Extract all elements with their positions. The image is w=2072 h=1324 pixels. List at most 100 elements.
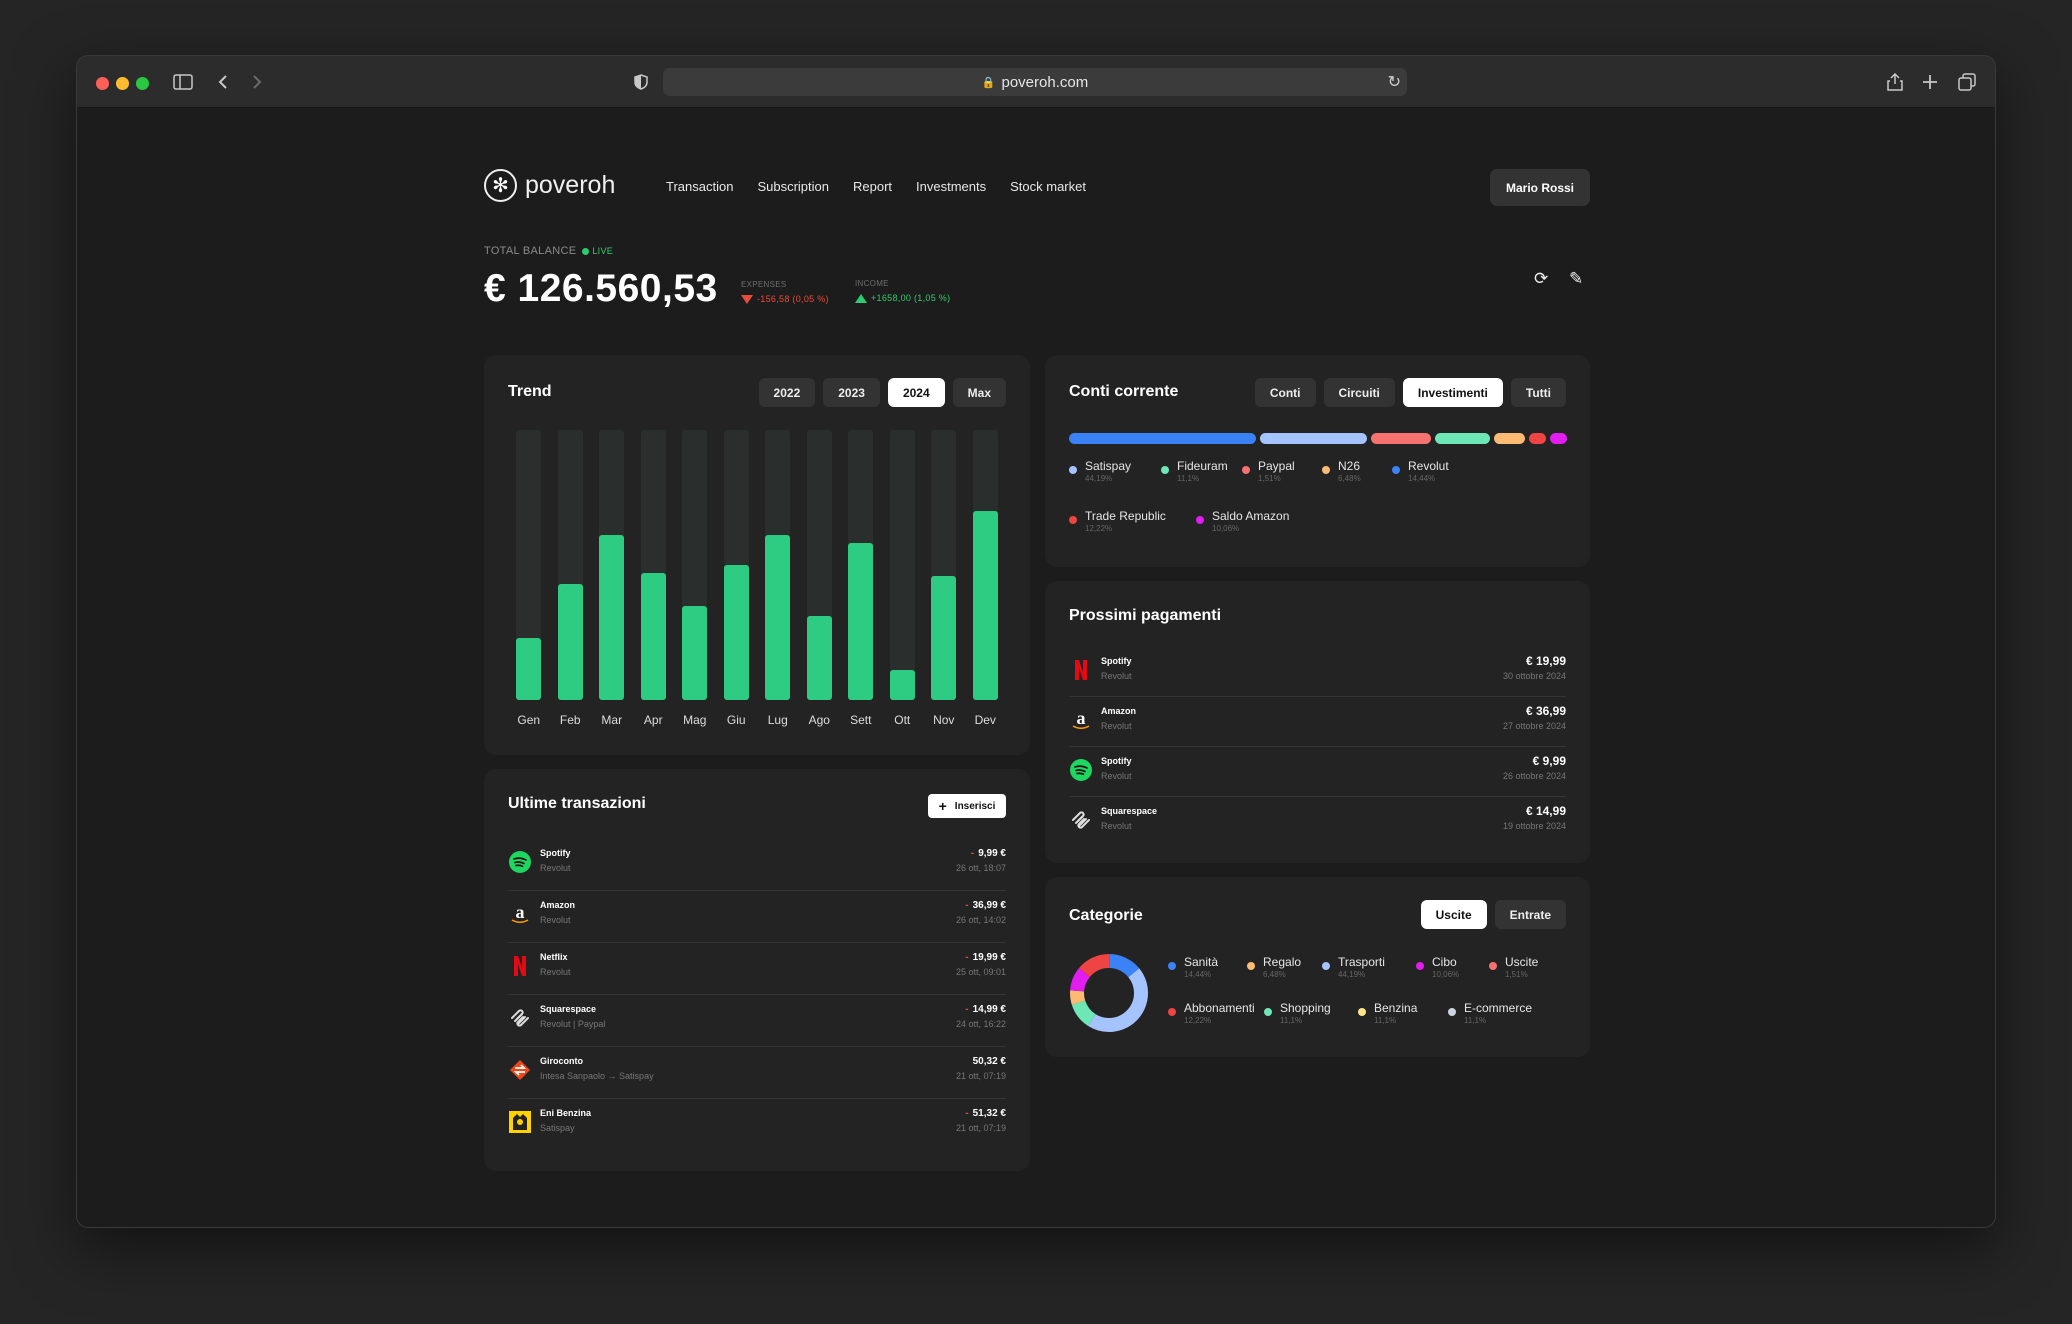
category-legend-item[interactable]: Trasporti 44,19%	[1322, 955, 1385, 980]
forward-icon[interactable]	[245, 70, 269, 94]
bar-dev[interactable]	[972, 511, 998, 700]
bar-lug[interactable]	[765, 535, 791, 700]
payment-row[interactable]: Spotify Revolut € 9,99 26 ottobre 2024	[1069, 747, 1566, 797]
category-legend-item[interactable]: E-commerce 11,1%	[1448, 1001, 1532, 1026]
category-percentage: 1,51%	[1505, 970, 1528, 979]
nav-investments[interactable]: Investments	[916, 179, 986, 194]
transaction-row[interactable]: Eni Benzina Satispay -51,32 € 21 ott, 07:19	[508, 1099, 1006, 1151]
nav-transaction[interactable]: Transaction	[666, 179, 733, 194]
edit-pencil-icon[interactable]: ✎	[1569, 269, 1583, 289]
bar-track	[889, 430, 915, 700]
transaction-name: Spotify	[540, 848, 571, 858]
account-legend-item[interactable]: Trade Republic 12,22%	[1069, 509, 1166, 534]
bar-sett[interactable]	[848, 543, 874, 700]
payment-row[interactable]: Squarespace Revolut € 14,99 19 ottobre 2024	[1069, 797, 1566, 847]
bar-ott[interactable]	[889, 670, 915, 700]
account-legend-item[interactable]: N26 6,48%	[1322, 459, 1361, 484]
category-legend-item[interactable]: Shopping 11,1%	[1264, 1001, 1331, 1026]
up-arrow-icon	[855, 293, 867, 303]
income-stat: INCOME +1658,00 (1,05 %)	[855, 279, 950, 303]
year-tab-2022[interactable]: 2022	[758, 378, 816, 407]
nav-report[interactable]: Report	[853, 179, 892, 194]
transaction-row[interactable]: Spotify Revolut -9,99 € 26 ott, 18:07	[508, 839, 1006, 891]
bar-label: Giu	[726, 713, 746, 727]
transaction-row[interactable]: Giroconto Intesa Sanpaolo → Satispay 50,32…	[508, 1047, 1006, 1099]
transaction-account: Revolut | Paypal	[540, 1019, 606, 1029]
payment-date: 27 ottobre 2024	[1502, 721, 1566, 731]
category-percentage: 11,1%	[1374, 1016, 1397, 1025]
user-menu-button[interactable]: Mario Rossi	[1490, 169, 1590, 206]
category-legend-item[interactable]: Abbonamenti 12,22%	[1168, 1001, 1255, 1026]
tab-uscite[interactable]: Uscite	[1420, 900, 1487, 929]
bar-feb[interactable]	[557, 583, 583, 700]
add-transaction-button[interactable]: + Inserisci	[928, 794, 1006, 818]
bar-ago[interactable]	[806, 616, 832, 700]
account-segment[interactable]	[1529, 433, 1547, 444]
bar-gen[interactable]	[516, 637, 542, 700]
payment-row[interactable]: a Amazon Revolut € 36,99 27 ottobre 2024	[1069, 697, 1566, 747]
account-segment[interactable]	[1259, 433, 1368, 444]
account-legend-item[interactable]: Revolut 14,44%	[1392, 459, 1449, 484]
transaction-row[interactable]: Netflix Revolut -19,99 € 25 ott, 09:01	[508, 943, 1006, 995]
eni-icon	[508, 1110, 532, 1134]
address-bar[interactable]: 🔒 poveroh.com ↻	[663, 68, 1407, 96]
tab-circuiti[interactable]: Circuiti	[1323, 378, 1395, 407]
tab-overview-icon[interactable]	[1955, 70, 1979, 94]
transaction-account: Revolut	[540, 967, 571, 977]
minimize-window-button[interactable]	[116, 77, 129, 90]
legend-dot	[1247, 962, 1255, 970]
account-legend-item[interactable]: Fideuram 11,1%	[1161, 459, 1228, 484]
share-icon[interactable]	[1883, 70, 1907, 94]
payment-name: Squarespace	[1101, 806, 1158, 816]
year-tab-max[interactable]: Max	[952, 378, 1006, 407]
reload-icon[interactable]: ↻	[1388, 72, 1401, 92]
transaction-row[interactable]: Squarespace Revolut | Paypal -14,99 € 24 ot…	[508, 995, 1006, 1047]
bar-giu[interactable]	[723, 565, 749, 700]
account-segment[interactable]	[1371, 433, 1431, 444]
bar-mar[interactable]	[599, 535, 625, 700]
tab-conti[interactable]: Conti	[1254, 378, 1316, 407]
account-percentage: 6,48%	[1338, 474, 1361, 483]
account-segment[interactable]	[1434, 433, 1490, 444]
payment-row[interactable]: Spotify Revolut € 19,99 30 ottobre 2024	[1069, 647, 1566, 697]
bar-nov[interactable]	[931, 575, 957, 700]
asterisk-logo-icon: ✻	[484, 169, 517, 202]
trend-card: Trend 2022 2023 2024 Max Gen Feb Mar Apr Mag…	[484, 355, 1030, 755]
netflix-icon	[1069, 658, 1093, 682]
year-tab-2024[interactable]: 2024	[887, 378, 945, 407]
maximize-window-button[interactable]	[136, 77, 149, 90]
account-segment[interactable]	[1550, 433, 1568, 444]
account-legend-item[interactable]: Satispay 44,19%	[1069, 459, 1131, 484]
tab-investimenti[interactable]: Investimenti	[1402, 378, 1503, 407]
close-window-button[interactable]	[96, 77, 109, 90]
category-legend-item[interactable]: Sanità 14,44%	[1168, 955, 1218, 980]
new-tab-icon[interactable]	[1918, 70, 1942, 94]
nav-subscription[interactable]: Subscription	[757, 179, 829, 194]
app-logo[interactable]: ✻ poveroh	[484, 169, 615, 202]
tab-tutti[interactable]: Tutti	[1510, 378, 1566, 407]
category-legend-item[interactable]: Uscite 1,51%	[1489, 955, 1538, 980]
account-segment[interactable]	[1069, 433, 1256, 444]
account-segment[interactable]	[1493, 433, 1526, 444]
bar-track	[931, 430, 957, 700]
category-name: Abbonamenti	[1184, 1001, 1255, 1015]
category-legend-item[interactable]: Benzina 11,1%	[1358, 1001, 1417, 1026]
sidebar-toggle-icon[interactable]	[171, 70, 195, 94]
transaction-row[interactable]: a Amazon Revolut -36,99 € 26 ott, 14:02	[508, 891, 1006, 943]
expenses-value: -156,58 (0,05 %)	[757, 294, 829, 304]
back-icon[interactable]	[211, 70, 235, 94]
bar-apr[interactable]	[640, 573, 666, 700]
account-legend-item[interactable]: Paypal 1,51%	[1242, 459, 1295, 484]
category-legend-item[interactable]: Regalo 6,48%	[1247, 955, 1301, 980]
account-legend-item[interactable]: Saldo Amazon 10,06%	[1196, 509, 1289, 534]
bar-mag[interactable]	[682, 605, 708, 700]
account-name: N26	[1338, 459, 1361, 473]
category-percentage: 6,48%	[1263, 970, 1286, 979]
privacy-shield-icon[interactable]	[629, 70, 653, 94]
year-tab-2023[interactable]: 2023	[823, 378, 880, 407]
refresh-icon[interactable]: ⟳	[1534, 269, 1548, 289]
tab-entrate[interactable]: Entrate	[1494, 900, 1566, 929]
nav-stock-market[interactable]: Stock market	[1010, 179, 1086, 194]
category-legend-item[interactable]: Cibo 10,06%	[1416, 955, 1459, 980]
bar-label: Sett	[850, 713, 872, 727]
